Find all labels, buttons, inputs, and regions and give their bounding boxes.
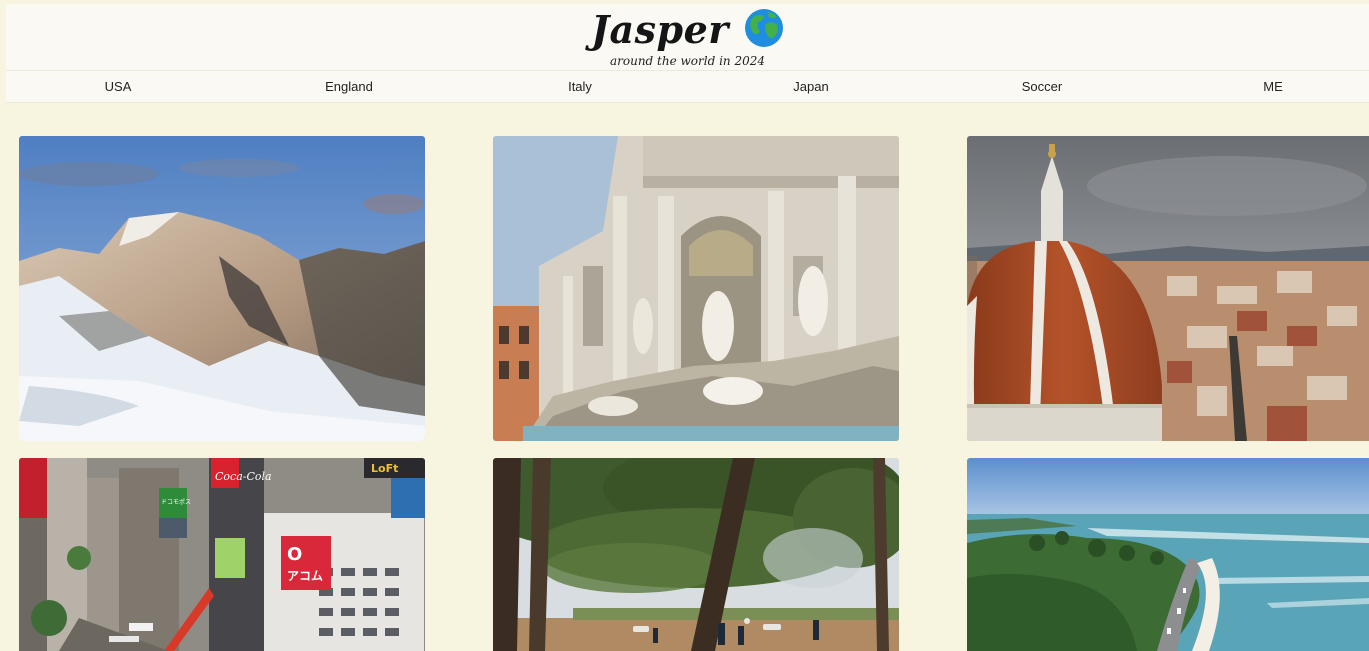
docomo-sign: ドコモポス xyxy=(161,498,191,506)
gallery-photo-park[interactable] xyxy=(493,458,899,651)
acom-symbol: O xyxy=(287,544,302,565)
site-subtitle: around the world in 2024 xyxy=(609,54,766,68)
gallery-photo-mountain[interactable] xyxy=(19,136,425,441)
nav-item-usa[interactable]: USA xyxy=(105,71,132,103)
main-nav: USA England Italy Japan Soccer ME xyxy=(6,70,1369,103)
site-logo[interactable]: Jasper xyxy=(6,8,1369,52)
site-title: Jasper xyxy=(591,7,729,52)
nav-item-italy[interactable]: Italy xyxy=(568,71,592,103)
site-header: Jasper around the world in 2024 xyxy=(6,4,1369,70)
coca-cola-sign: Coca-Cola xyxy=(215,470,272,483)
globe-icon xyxy=(744,9,783,47)
gallery-photo-coast[interactable] xyxy=(967,458,1369,651)
nav-item-england[interactable]: England xyxy=(325,71,373,103)
gallery-photo-fountain[interactable] xyxy=(493,136,899,441)
gallery-photo-duomo[interactable] xyxy=(967,136,1369,441)
nav-item-japan[interactable]: Japan xyxy=(793,71,828,103)
loft-sign: LoFt xyxy=(371,462,398,475)
nav-item-soccer[interactable]: Soccer xyxy=(1022,71,1062,103)
nav-item-me[interactable]: ME xyxy=(1263,71,1283,103)
acom-sign: アコム xyxy=(287,569,323,583)
gallery-photo-tokyo[interactable]: Coca-Cola O アコム LoFt ドコモポス xyxy=(19,458,425,651)
